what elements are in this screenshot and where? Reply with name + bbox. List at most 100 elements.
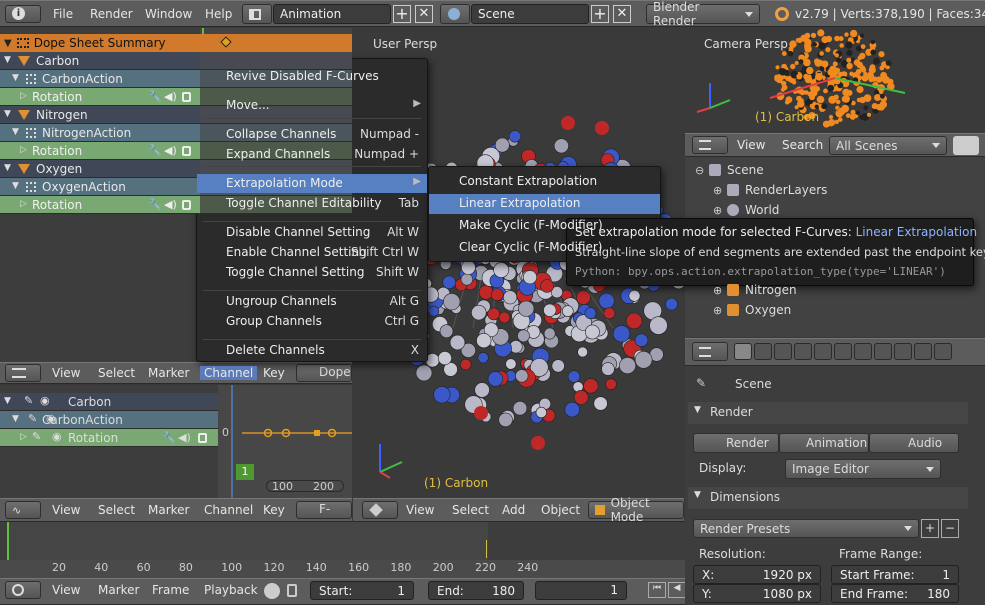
render-button[interactable]: Render bbox=[693, 433, 779, 453]
end-frame-prop-field[interactable]: End Frame: 180 bbox=[831, 584, 959, 603]
speaker-icon[interactable]: ◀) bbox=[178, 431, 191, 444]
outliner-item-label[interactable]: World bbox=[745, 203, 779, 217]
dope-menu-channel[interactable]: Channel bbox=[200, 366, 258, 380]
context-menu-item[interactable]: Delete Channels X bbox=[197, 341, 427, 360]
lock-icon[interactable] bbox=[182, 200, 191, 210]
expand-arrow-icon[interactable]: ▼ bbox=[4, 109, 11, 119]
timeline-menu-marker[interactable]: Marker bbox=[98, 583, 139, 597]
channel-arrow-icon[interactable]: ▷ bbox=[20, 199, 27, 209]
remove-scene-icon[interactable]: ✕ bbox=[613, 5, 631, 23]
add-layout-icon[interactable]: + bbox=[393, 5, 411, 23]
outliner-menu-search[interactable]: Search bbox=[782, 138, 823, 152]
properties-tab-icon[interactable] bbox=[934, 343, 952, 360]
wrench-icon[interactable]: 🔧 bbox=[162, 431, 176, 444]
dimensions-panel-header[interactable]: ▼ Dimensions bbox=[688, 487, 968, 509]
expand-arrow-icon[interactable]: ▼ bbox=[12, 181, 19, 191]
context-menu-item[interactable]: Toggle Channel Editability Tab bbox=[197, 194, 427, 213]
dope-editor-type-button[interactable] bbox=[5, 364, 41, 382]
outliner-expand-icon[interactable]: ⊕ bbox=[713, 184, 722, 197]
outliner-expand-icon[interactable]: ⊕ bbox=[713, 284, 722, 297]
viewport-editor-type-button[interactable] bbox=[362, 501, 398, 519]
timeline-menu-playback[interactable]: Playback bbox=[204, 583, 258, 597]
outliner-item-label[interactable]: Nitrogen bbox=[745, 283, 797, 297]
scene-name-field[interactable]: Scene bbox=[471, 4, 589, 24]
timeline-menu-frame[interactable]: Frame bbox=[152, 583, 189, 597]
properties-tab-icon[interactable] bbox=[754, 343, 772, 360]
graph-channel-row[interactable]: ▼ ✎ ◉ Carbon bbox=[0, 393, 218, 411]
dope-channel-row[interactable]: ▼ Oxygen bbox=[0, 160, 200, 178]
wrench-icon[interactable]: 🔧 bbox=[148, 198, 162, 211]
dope-summary-row[interactable]: ▼ Dope Sheet Summary bbox=[0, 34, 352, 52]
speaker-icon[interactable]: ◀) bbox=[164, 90, 177, 103]
menu-render[interactable]: Render bbox=[90, 7, 133, 21]
context-menu-item[interactable]: Disable Channel Setting Alt W bbox=[197, 223, 427, 242]
outliner-expand-icon[interactable]: ⊖ bbox=[695, 164, 704, 177]
expand-arrow-icon[interactable]: ▼ bbox=[4, 163, 11, 173]
animation-button[interactable]: Animation bbox=[779, 433, 869, 453]
graph-keyframe-selected[interactable] bbox=[314, 430, 320, 436]
submenu-item[interactable]: Linear Extrapolation bbox=[429, 194, 660, 214]
graph-menu-view[interactable]: View bbox=[52, 503, 80, 517]
resolution-y-field[interactable]: Y: 1080 px bbox=[693, 584, 821, 603]
viewport-menu-select[interactable]: Select bbox=[452, 503, 489, 517]
resolution-x-field[interactable]: X: 1920 px bbox=[693, 565, 821, 584]
dope-channel-row[interactable]: ▷ Rotation 🔧 ◀) bbox=[0, 196, 200, 214]
outliner-search-icon[interactable] bbox=[953, 136, 979, 155]
lock-icon[interactable] bbox=[198, 433, 207, 443]
object-mode-dropdown[interactable]: Object Mode bbox=[588, 496, 684, 524]
audio-button[interactable]: Audio bbox=[869, 433, 959, 453]
submenu-item[interactable]: Constant Extrapolation bbox=[429, 172, 660, 192]
properties-tab-icon[interactable] bbox=[834, 343, 852, 360]
context-menu-item[interactable]: Ungroup Channels Alt G bbox=[197, 292, 427, 311]
dope-channel-row[interactable]: ▼ NitrogenAction bbox=[0, 124, 200, 142]
pin-icon[interactable]: ✎ bbox=[24, 394, 33, 407]
graph-menu-channel[interactable]: Channel bbox=[204, 503, 253, 517]
graph-mode-selector[interactable]: F-Curv bbox=[296, 501, 352, 519]
dope-menu-select[interactable]: Select bbox=[98, 366, 135, 380]
outliner-menu-view[interactable]: View bbox=[737, 138, 765, 152]
dope-channel-row[interactable]: ▼ OxygenAction bbox=[0, 178, 200, 196]
add-scene-icon[interactable]: + bbox=[591, 5, 609, 23]
properties-tab-icon[interactable] bbox=[914, 343, 932, 360]
wrench-icon[interactable]: 🔧 bbox=[148, 90, 162, 103]
pin-icon[interactable]: ✎ bbox=[28, 412, 37, 425]
render-panel-header[interactable]: ▼ Render bbox=[688, 402, 968, 424]
prev-keyframe-icon[interactable]: ◀ bbox=[668, 582, 686, 598]
dope-channel-row[interactable]: ▼ Carbon bbox=[0, 52, 200, 70]
layout-selector[interactable] bbox=[242, 4, 272, 24]
menu-file[interactable]: File bbox=[53, 7, 73, 21]
properties-tab-icon[interactable] bbox=[734, 343, 752, 360]
graph-menu-marker[interactable]: Marker bbox=[148, 503, 189, 517]
context-menu-item[interactable]: Group Channels Ctrl G bbox=[197, 312, 427, 331]
outliner-item-label[interactable]: Scene bbox=[727, 163, 764, 177]
layout-name-field[interactable]: Animation bbox=[273, 4, 391, 24]
context-menu-item[interactable]: Enable Channel Setting Shift Ctrl W bbox=[197, 243, 427, 262]
viewport-menu-object[interactable]: Object bbox=[541, 503, 580, 517]
graph-channel-row[interactable]: ▼ ✎ ◉ CarbonAction bbox=[0, 411, 218, 429]
outliner-expand-icon[interactable]: ⊕ bbox=[713, 204, 722, 217]
properties-tab-icon[interactable] bbox=[854, 343, 872, 360]
viewport-menu-add[interactable]: Add bbox=[502, 503, 525, 517]
pin-icon[interactable]: ✎ bbox=[32, 430, 41, 443]
properties-editor-type-button[interactable] bbox=[692, 342, 728, 361]
dope-channel-row[interactable]: ▷ Rotation 🔧 ◀) bbox=[0, 142, 200, 160]
expand-arrow-icon[interactable]: ▼ bbox=[4, 55, 11, 65]
properties-tab-icon[interactable] bbox=[874, 343, 892, 360]
scene-pin-icon[interactable]: ✎ bbox=[696, 376, 706, 390]
outliner-item-label[interactable]: Oxygen bbox=[745, 303, 791, 317]
outliner-expand-icon[interactable]: ⊕ bbox=[713, 304, 722, 317]
menu-help[interactable]: Help bbox=[205, 7, 232, 21]
properties-tab-icon[interactable] bbox=[894, 343, 912, 360]
properties-tab-icon[interactable] bbox=[794, 343, 812, 360]
graph-editor-type-button[interactable]: ∿ bbox=[5, 501, 41, 519]
remove-layout-icon[interactable]: ✕ bbox=[415, 5, 433, 23]
jump-start-icon[interactable]: ⏮ bbox=[648, 582, 666, 598]
display-dropdown[interactable]: Image Editor bbox=[785, 459, 941, 479]
expand-arrow-icon[interactable]: ▼ bbox=[12, 127, 19, 137]
channel-arrow-icon[interactable]: ▷ bbox=[20, 145, 27, 155]
eye-icon[interactable]: ◉ bbox=[40, 394, 50, 407]
outliner-filter-dropdown[interactable]: All Scenes bbox=[829, 136, 947, 155]
context-menu-item[interactable]: Extrapolation Mode ▶ bbox=[197, 174, 427, 193]
remove-preset-icon[interactable]: − bbox=[941, 519, 959, 538]
properties-tab-icon[interactable] bbox=[814, 343, 832, 360]
